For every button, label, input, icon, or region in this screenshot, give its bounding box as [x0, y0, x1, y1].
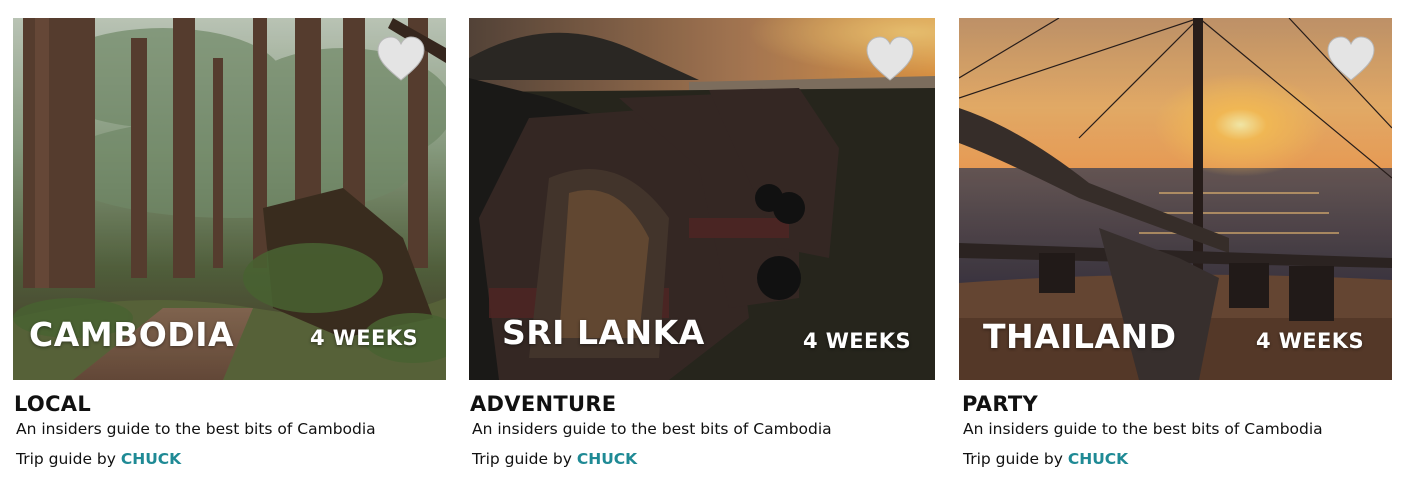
card-country-title: SRI LANKA — [502, 313, 705, 352]
card-byline: Trip guide by CHUCK — [472, 450, 935, 468]
card-byline: Trip guide by CHUCK — [963, 450, 1392, 468]
card-description: An insiders guide to the best bits of Ca… — [963, 420, 1323, 438]
card-category: LOCAL — [14, 392, 92, 416]
trip-card-sri-lanka[interactable]: SRI LANKA 4 WEEKS ADVENTURE An insiders … — [469, 18, 935, 468]
card-country-title: THAILAND — [983, 317, 1177, 356]
card-category: ADVENTURE — [470, 392, 617, 416]
author-link[interactable]: CHUCK — [577, 450, 637, 468]
trip-card-image[interactable]: THAILAND 4 WEEKS — [959, 18, 1392, 380]
author-link[interactable]: CHUCK — [121, 450, 181, 468]
card-category: PARTY — [962, 392, 1038, 416]
author-link[interactable]: CHUCK — [1068, 450, 1128, 468]
card-duration: 4 WEEKS — [310, 326, 418, 350]
byline-prefix: Trip guide by — [16, 450, 116, 468]
trip-card-image[interactable]: SRI LANKA 4 WEEKS — [469, 18, 935, 380]
trip-card-thailand[interactable]: THAILAND 4 WEEKS PARTY An insiders guide… — [959, 18, 1392, 468]
card-byline: Trip guide by CHUCK — [16, 450, 446, 468]
favorite-heart-icon[interactable] — [865, 36, 915, 82]
card-description: An insiders guide to the best bits of Ca… — [16, 420, 376, 438]
trip-card-cambodia[interactable]: CAMBODIA 4 WEEKS LOCAL An insiders guide… — [13, 18, 446, 468]
trip-card-image[interactable]: CAMBODIA 4 WEEKS — [13, 18, 446, 380]
card-description: An insiders guide to the best bits of Ca… — [472, 420, 832, 438]
card-country-title: CAMBODIA — [29, 315, 235, 354]
byline-prefix: Trip guide by — [963, 450, 1063, 468]
byline-prefix: Trip guide by — [472, 450, 572, 468]
favorite-heart-icon[interactable] — [1326, 36, 1376, 82]
card-duration: 4 WEEKS — [1256, 329, 1364, 353]
favorite-heart-icon[interactable] — [376, 36, 426, 82]
card-duration: 4 WEEKS — [803, 329, 911, 353]
